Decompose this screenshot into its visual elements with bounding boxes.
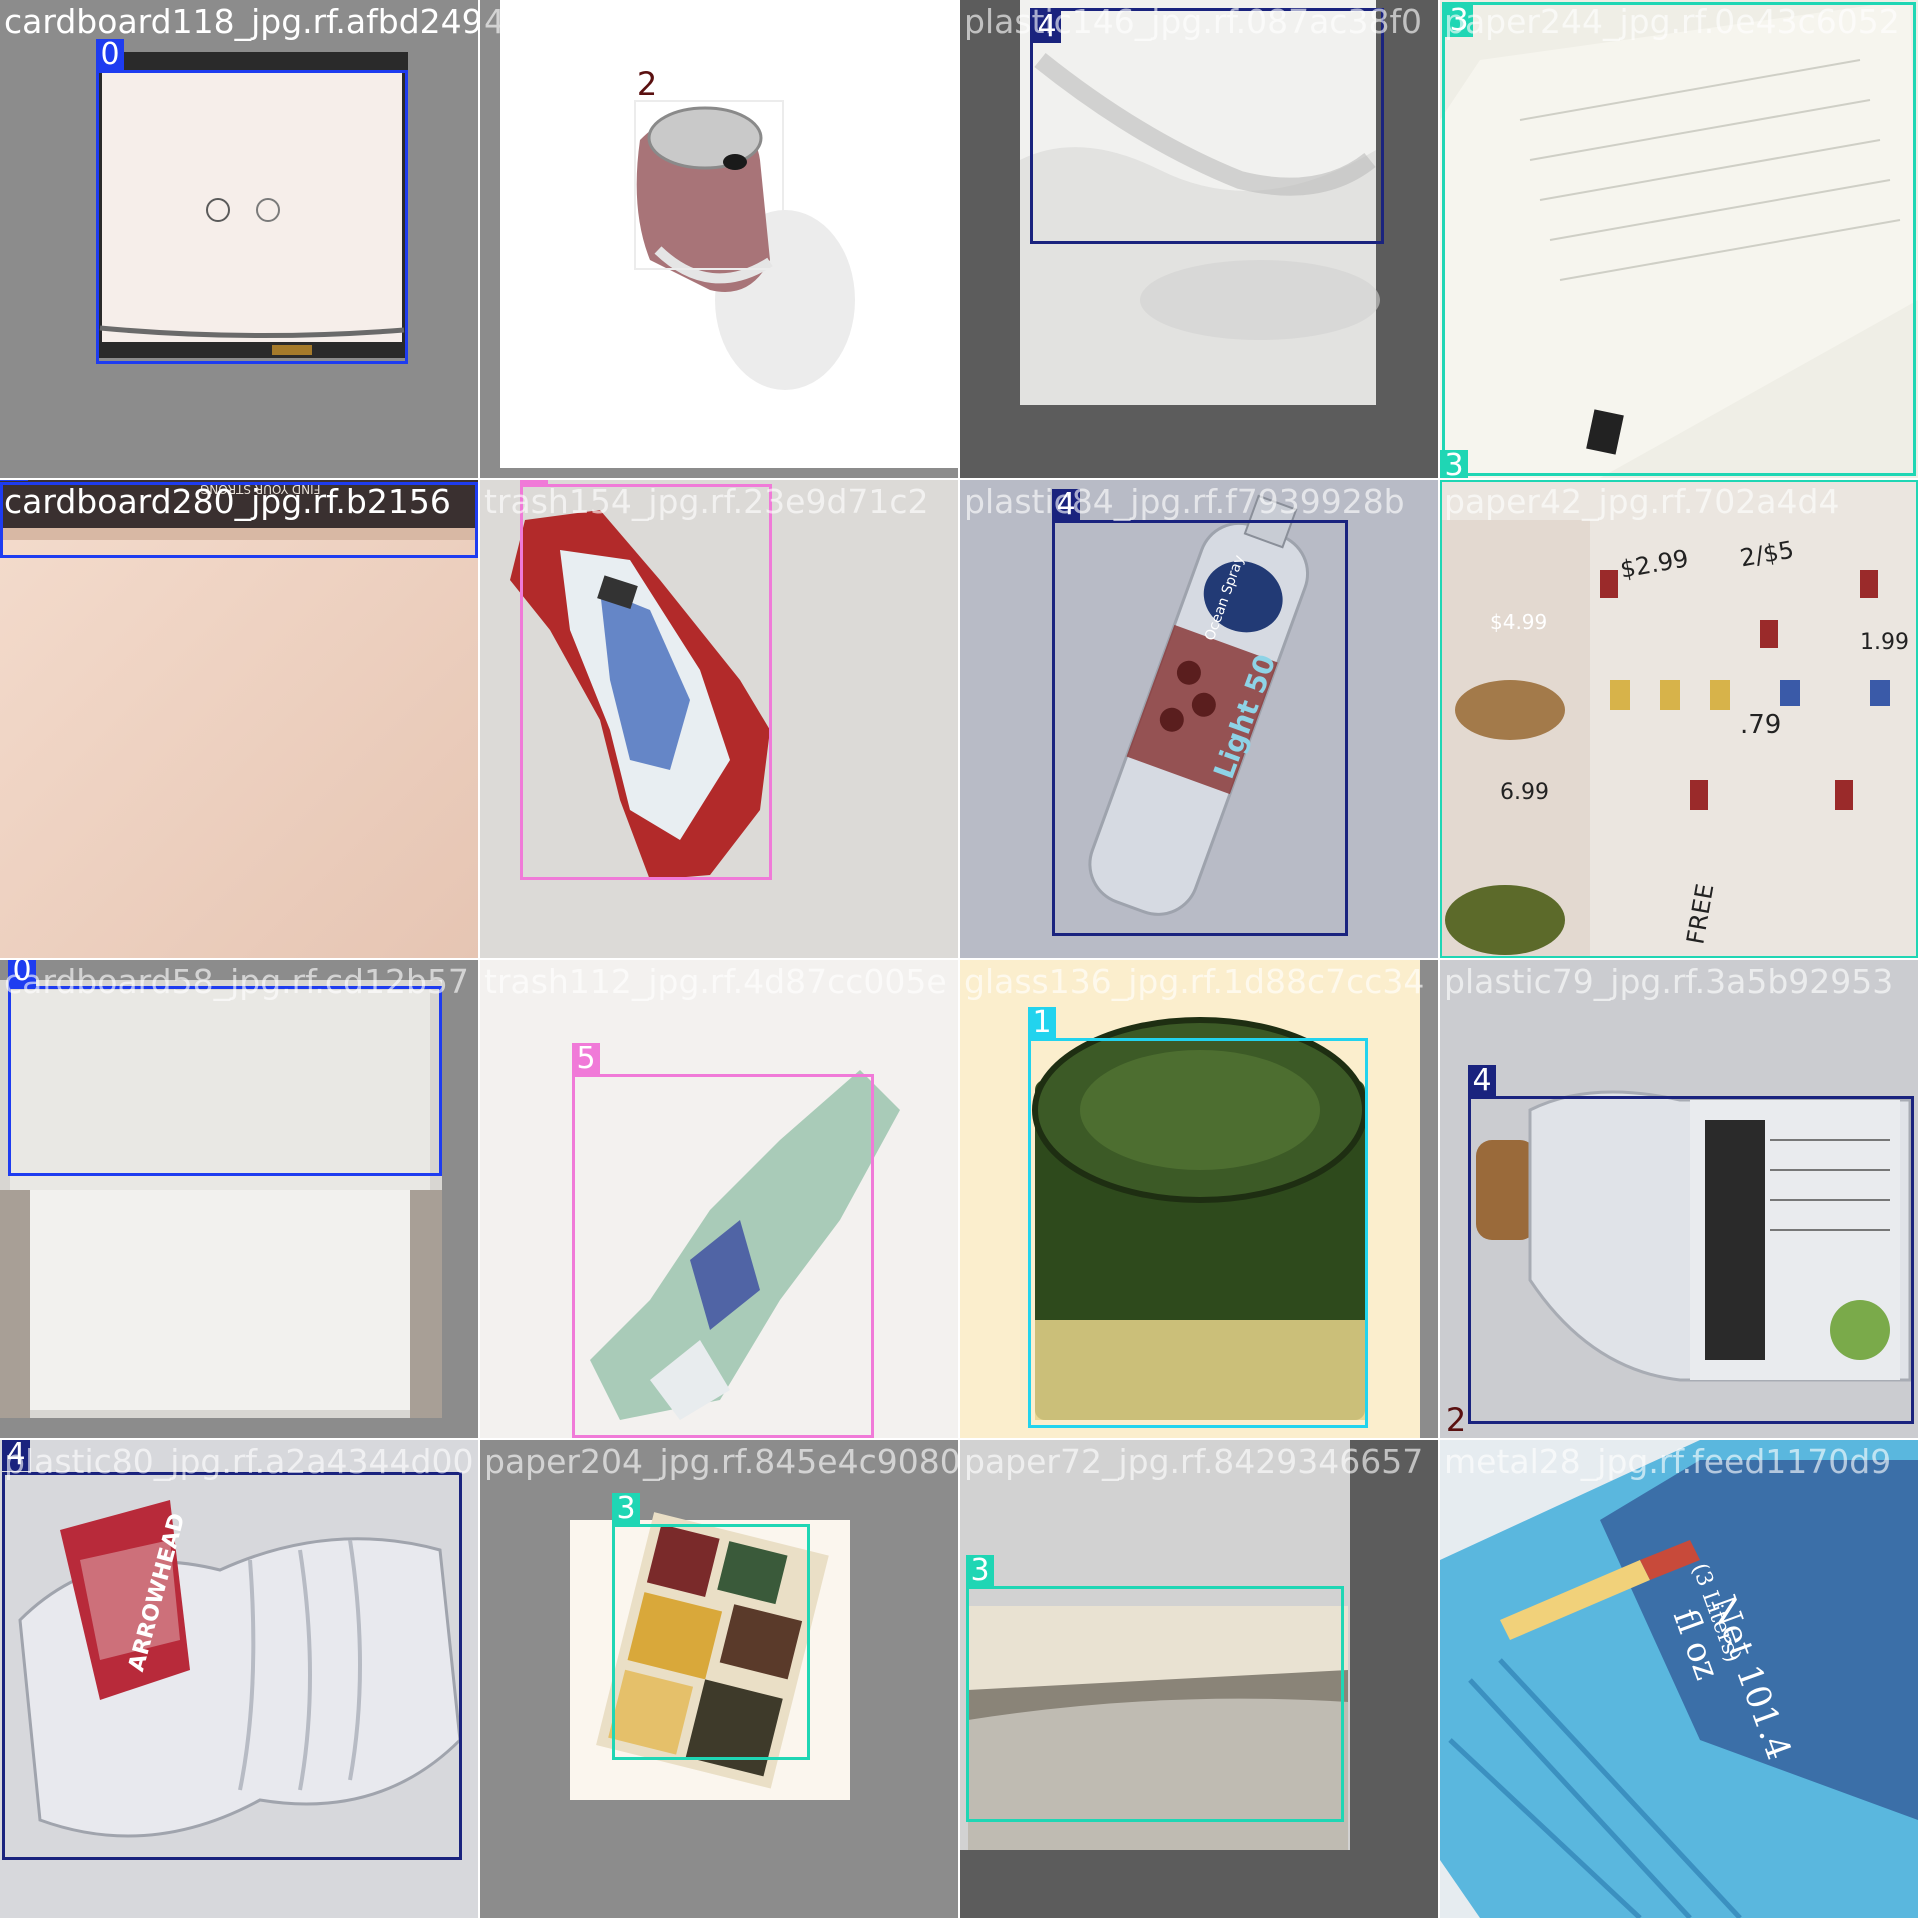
bbox-plastic: 4 (1052, 489, 1348, 936)
bbox-class-tag: 1 (1028, 1007, 1056, 1039)
bbox-class-tag: 0 (96, 39, 124, 71)
bbox-class-tag: 2 (636, 65, 658, 103)
bbox-metal: 2 (634, 68, 784, 270)
mosaic-tile-metal-can: 2 4e5d275_jpg.rf.2ce00f8aa4 (480, 0, 958, 478)
bbox-class-tag: 0 (0, 480, 28, 481)
tile-filename: metal28_jpg.rf.feed1170d9 (1444, 1442, 1892, 1481)
tile-filename: plastic79_jpg.rf.3a5b92953 (1444, 962, 1894, 1001)
ad-price: 1.99 (1860, 630, 1909, 655)
bbox-cardboard: 0 (8, 960, 442, 1176)
ad-price: 6.99 (1500, 780, 1549, 805)
tile-filename: plastic84_jpg.rf.f7939928b (964, 482, 1405, 521)
mosaic-tile-plastic146: 4 plastic146_jpg.rf.087ac38f0 (960, 0, 1438, 478)
bbox-cardboard: 0 (96, 39, 408, 364)
tile-filename: glass136_jpg.rf.1d88c7cc34 (964, 962, 1425, 1001)
bbox-class-tag: 4 (1468, 1065, 1496, 1097)
tile-filename: cardboard280_jpg.rf.b2156 (4, 482, 451, 521)
mosaic-tile-plastic84: Ocean Spray Light 50 4 plastic84_jpg.rf.… (960, 480, 1438, 958)
mosaic-tile-plastic79: 4 2 plastic79_jpg.rf.3a5b92953 (1440, 960, 1918, 1438)
tile-filename: paper42_jpg.rf.702a4d4 (1444, 482, 1840, 521)
mosaic-tile-trash112: 5 trash112_jpg.rf.4d87cc005e (480, 960, 958, 1438)
bbox-plastic: 4 (1468, 1065, 1914, 1424)
tile-filename: paper204_jpg.rf.845e4c9080 (484, 1442, 958, 1481)
tile-filename: plastic146_jpg.rf.087ac38f0 (964, 2, 1423, 41)
mosaic-tile-paper244: 3 3 paper244_jpg.rf.0e43c6052 (1440, 0, 1918, 478)
ad-price: .79 (1740, 710, 1782, 740)
mosaic-tile-cardboard118: 0 cardboard118_jpg.rf.afbd249 (0, 0, 478, 478)
mosaic-tile-metal28: Net 101.4 fl oz (3 Liters) metal28_jpg.r… (1440, 1440, 1918, 1918)
bbox-paper: 3 (612, 1493, 810, 1760)
bbox-class-tag: 3 (612, 1493, 640, 1525)
photo-blue-tin (1440, 1440, 1918, 1918)
bbox-class-tag: 3 (966, 1555, 994, 1587)
bbox-glass: 1 (1028, 1007, 1368, 1428)
mosaic-tile-paper72: 3 paper72_jpg.rf.8429346657 (960, 1440, 1438, 1918)
mosaic-tile-cardboard280: FIND YOUR STRONG 0 cardboard280_jpg.rf.b… (0, 480, 478, 958)
tile-filename: trash112_jpg.rf.4d87cc005e (484, 962, 947, 1001)
tile-filename: paper244_jpg.rf.0e43c6052 (1444, 2, 1900, 41)
tile-filename: trash154_jpg.rf.23e9d71c2 (484, 482, 929, 521)
bbox-trash: 5 (520, 480, 772, 880)
bbox-paper: 3 (966, 1555, 1344, 1822)
bbox-paper: 3 (1442, 2, 1916, 476)
bbox-class-tag-secondary: 2 (1445, 1401, 1467, 1438)
bbox-class-tag: 5 (572, 1043, 600, 1075)
bbox-plastic: 4 (1030, 8, 1384, 244)
tile-filename: cardboard58_jpg.rf.cd12b57 (4, 962, 469, 1001)
mosaic-tile-trash154: 5 trash154_jpg.rf.23e9d71c2 (480, 480, 958, 958)
tile-filename: 4e5d275_jpg.rf.2ce00f8aa4 (484, 2, 938, 41)
mosaic-tile-paper42: $2.99 2/$5 $4.99 6.99 .79 1.99 FREE pape… (1440, 480, 1918, 958)
tile-filename: plastic80_jpg.rf.a2a4344d00 (4, 1442, 474, 1481)
mosaic-tile-glass136: 1 glass136_jpg.rf.1d88c7cc34 (960, 960, 1438, 1438)
mosaic-tile-paper204: 3 paper204_jpg.rf.845e4c9080 (480, 1440, 958, 1918)
bbox-plastic: 4 (2, 1440, 462, 1860)
tile-filename: cardboard118_jpg.rf.afbd249 (4, 2, 478, 41)
mosaic-tile-plastic80: ARROWHEAD 4 plastic80_jpg.rf.a2a4344d00 (0, 1440, 478, 1918)
mosaic-tile-cardboard58: 0 cardboard58_jpg.rf.cd12b57 (0, 960, 478, 1438)
ad-price: $4.99 (1490, 610, 1548, 634)
bbox-class-tag-secondary: 3 (1440, 450, 1468, 478)
tile-filename: paper72_jpg.rf.8429346657 (964, 1442, 1424, 1481)
bbox-trash: 5 (572, 1043, 874, 1438)
